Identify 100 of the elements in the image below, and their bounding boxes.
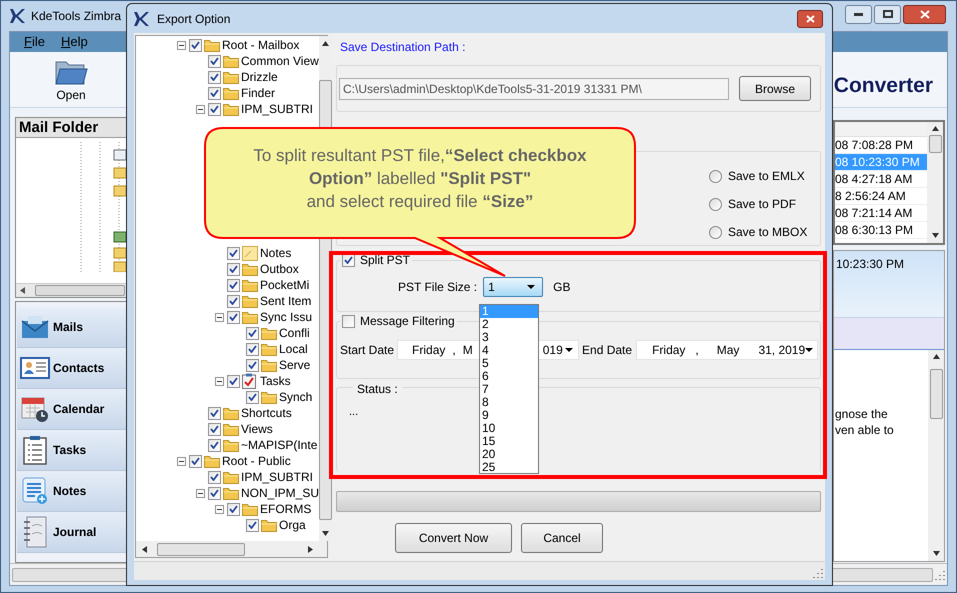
nav-button[interactable]: Calendar: [17, 389, 126, 430]
dropdown-option[interactable]: 2: [480, 318, 538, 331]
checkbox[interactable]: [246, 390, 259, 404]
checkbox[interactable]: [246, 518, 259, 532]
radio-button[interactable]: [709, 226, 722, 238]
tree-item[interactable]: Confli: [279, 325, 310, 341]
menu-item[interactable]: File: [24, 32, 45, 52]
tree-item[interactable]: Outbox: [260, 261, 299, 277]
scrollbar-thumb[interactable]: [35, 285, 125, 296]
checkbox[interactable]: [208, 470, 221, 484]
checkbox[interactable]: [227, 502, 240, 516]
dropdown-option[interactable]: 15: [480, 435, 538, 448]
checkbox[interactable]: [227, 374, 240, 388]
checkbox[interactable]: [208, 54, 221, 68]
checkbox[interactable]: [208, 486, 221, 500]
scrollbar[interactable]: [136, 541, 327, 557]
scrollbar-thumb[interactable]: [928, 135, 942, 154]
scrollbar[interactable]: [928, 350, 944, 562]
scrollbar-thumb[interactable]: [157, 542, 245, 556]
minimize-button[interactable]: [845, 4, 872, 24]
path-field[interactable]: C:\Users\admin\Desktop\KdeTools5-31-2019 31331 PM\: [339, 78, 729, 100]
tree-item[interactable]: Root - Mailbox: [222, 37, 300, 53]
tree-item[interactable]: Sync Issu: [260, 309, 312, 325]
tree-item[interactable]: Synch: [279, 389, 312, 405]
checkbox[interactable]: [208, 406, 221, 420]
tree-item[interactable]: EFORMS: [260, 501, 312, 517]
dropdown-option[interactable]: 6: [480, 370, 538, 383]
collapse-icon[interactable]: [196, 488, 205, 498]
scrollbar-thumb[interactable]: [930, 369, 942, 420]
nav-button[interactable]: Notes: [17, 471, 126, 512]
checkbox[interactable]: [208, 422, 221, 436]
checkbox[interactable]: [189, 38, 202, 52]
dropdown-option[interactable]: 4: [480, 344, 538, 357]
dropdown-option[interactable]: 25: [480, 461, 538, 474]
dropdown-option[interactable]: 5: [480, 357, 538, 370]
collapse-icon[interactable]: [215, 504, 224, 514]
size-dropdown[interactable]: 1: [483, 277, 544, 297]
checkbox[interactable]: [227, 246, 240, 260]
tree-item[interactable]: Tasks: [260, 373, 291, 389]
tree-item[interactable]: Common View: [241, 53, 319, 69]
tree-item[interactable]: Finder: [241, 85, 276, 101]
checkbox[interactable]: [227, 278, 240, 292]
radio-button[interactable]: [709, 170, 722, 182]
checkbox[interactable]: [227, 294, 240, 308]
dropdown-option[interactable]: 8: [480, 396, 538, 409]
cancel-button[interactable]: Cancel: [521, 523, 603, 553]
tree-item[interactable]: Views: [241, 421, 273, 437]
tree-item[interactable]: NON_IPM_SU: [241, 485, 320, 501]
checkbox[interactable]: [246, 326, 259, 340]
tree-item[interactable]: Root - Public: [222, 453, 291, 469]
tree-item[interactable]: IPM_SUBTRI: [241, 469, 314, 485]
tree-item[interactable]: Orga: [279, 517, 306, 533]
tree-item[interactable]: Serve: [279, 357, 310, 373]
folder-icon: [261, 326, 277, 340]
checkbox[interactable]: [246, 358, 259, 372]
dropdown-option[interactable]: 20: [480, 448, 538, 461]
browse-button[interactable]: Browse: [739, 76, 811, 101]
tree-item[interactable]: PocketMi: [260, 277, 310, 293]
dropdown-option[interactable]: 10: [480, 422, 538, 435]
checkbox[interactable]: [227, 262, 240, 276]
checkbox[interactable]: [246, 342, 259, 356]
scrollbar[interactable]: [927, 122, 943, 244]
checkbox[interactable]: [208, 438, 221, 452]
tree-item[interactable]: Sent Item: [260, 293, 312, 309]
nav-button[interactable]: Tasks: [17, 430, 126, 472]
menu-item[interactable]: Help: [60, 32, 88, 52]
scrollbar[interactable]: [16, 283, 127, 298]
checkbox[interactable]: [227, 310, 240, 324]
tree-item[interactable]: Shortcuts: [241, 405, 292, 421]
resize-grip-icon: [813, 568, 823, 578]
checkbox[interactable]: [342, 314, 355, 328]
nav-button[interactable]: Contacts: [17, 348, 126, 390]
dropdown-option[interactable]: 3: [480, 331, 538, 344]
tree-item[interactable]: IPM_SUBTRI: [241, 101, 314, 117]
dropdown-option[interactable]: 9: [480, 409, 538, 422]
checkbox[interactable]: [208, 102, 221, 116]
tree-item[interactable]: Local: [279, 341, 308, 357]
dropdown-option[interactable]: 7: [480, 383, 538, 396]
convert-button[interactable]: Convert Now: [395, 523, 512, 553]
checkbox-label: Split PST: [360, 252, 410, 269]
nav-button[interactable]: Mails: [17, 307, 126, 348]
date-picker[interactable]: Friday , May 31, 2019: [636, 340, 818, 360]
collapse-icon[interactable]: [177, 456, 186, 466]
close-button[interactable]: [903, 4, 946, 24]
open-button[interactable]: Open: [46, 58, 96, 108]
tree-item[interactable]: Drizzle: [241, 69, 278, 85]
tree-item[interactable]: ~MAPISP(Inte: [241, 437, 318, 453]
maximize-button[interactable]: [874, 4, 901, 24]
folder-icon: [242, 278, 258, 292]
tree-item[interactable]: Notes: [260, 245, 292, 261]
checkbox[interactable]: [189, 454, 202, 468]
nav-button[interactable]: Journal: [17, 512, 126, 554]
radio-button[interactable]: [709, 198, 722, 210]
checkbox[interactable]: [208, 86, 221, 100]
checkbox[interactable]: [208, 70, 221, 84]
collapse-icon[interactable]: [177, 40, 186, 50]
collapse-icon[interactable]: [215, 376, 224, 386]
collapse-icon[interactable]: [196, 104, 205, 114]
collapse-icon[interactable]: [215, 312, 224, 322]
close-button[interactable]: [797, 10, 823, 28]
